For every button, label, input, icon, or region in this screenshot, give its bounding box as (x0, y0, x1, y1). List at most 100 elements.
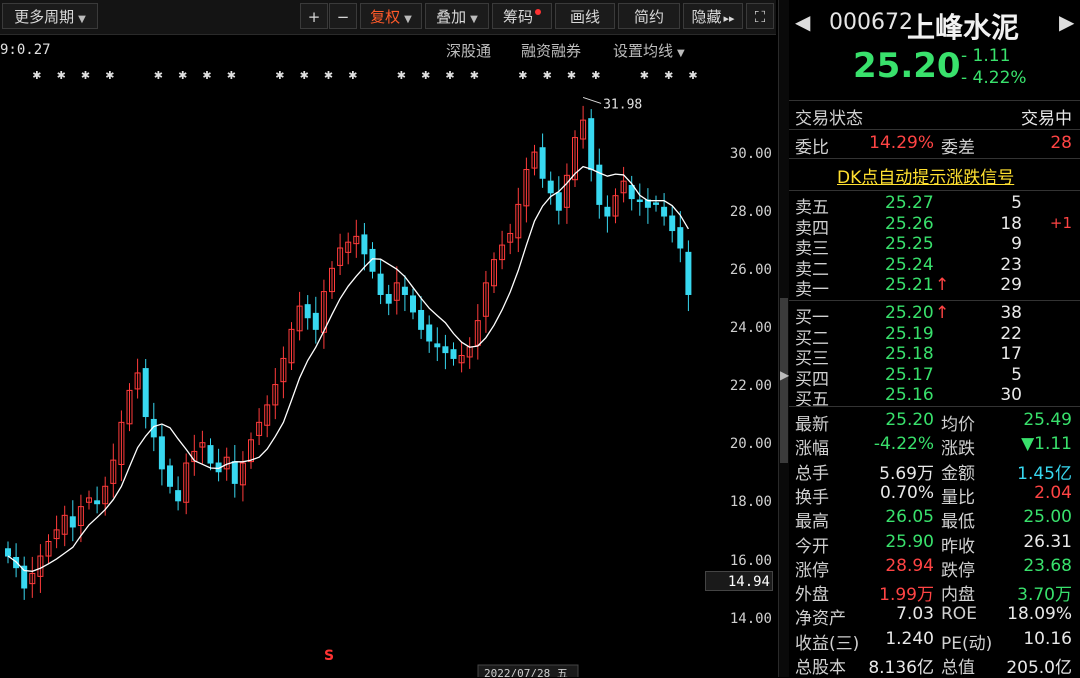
link-set-ma[interactable]: 设置均线 ▼ (613, 40, 685, 61)
y-tick: 18.00 (729, 494, 772, 510)
stock-code: 000672 (829, 10, 913, 35)
candle (175, 490, 182, 502)
hide-label: 隐藏 (691, 8, 722, 26)
y-tick: 20.00 (729, 436, 772, 452)
candle (636, 199, 643, 202)
sell-signal-marker: S (324, 648, 334, 664)
stat-label: 涨停 (795, 560, 829, 581)
stat-value: 28.94 (885, 555, 934, 576)
link-shengutong[interactable]: 深股通 (446, 40, 491, 61)
level-volume: 30 (1000, 385, 1022, 406)
candle (450, 349, 457, 359)
candle (555, 192, 562, 211)
signal-marker: ✱ (202, 69, 211, 82)
simple-mode-button[interactable]: 简约 (618, 3, 680, 29)
quote-header: ◀ 000672 上峰水泥 ▶ 25.20 - 1.11 - 4.22% (789, 0, 1080, 101)
collapse-arrow-icon[interactable]: ▶ (780, 368, 789, 382)
signal-marker: ✱ (567, 69, 576, 82)
stat-label: 均价 (941, 415, 975, 435)
overlay-dropdown[interactable]: 叠加 ▼ (425, 3, 489, 29)
stat-label: 最新 (795, 415, 829, 435)
zoom-in-button[interactable]: + (300, 3, 328, 29)
high-price-label: 31.98 (603, 97, 642, 112)
signal-marker: ✱ (178, 69, 187, 82)
stat-value: 1.45亿 (1017, 463, 1072, 484)
arrow-up-icon: ↑ (935, 303, 950, 323)
zoom-out-button[interactable]: − (329, 3, 357, 29)
candle (167, 465, 173, 487)
signal-marker: ✱ (591, 69, 600, 82)
candle (207, 445, 214, 464)
next-stock-icon[interactable]: ▶ (1059, 10, 1074, 34)
status-value: 交易中 (1021, 109, 1072, 129)
stat-value: 25.49 (1023, 410, 1072, 430)
level-volume: 9 (1011, 234, 1022, 255)
candle (547, 180, 554, 194)
stat-label: ROE (941, 604, 977, 625)
stat-value: 7.03 (896, 604, 934, 625)
stat-value: 23.68 (1023, 555, 1072, 576)
stat-value: 25.00 (1023, 507, 1072, 528)
stock-name: 上峰水泥 (907, 11, 1020, 44)
signal-marker: ✱ (640, 69, 649, 82)
fuquan-dropdown[interactable]: 复权 ▼ (360, 3, 422, 29)
candle (604, 206, 611, 217)
level-price: 25.24 (885, 254, 934, 275)
stat-label: 总值 (941, 658, 975, 678)
level-volume: 38 (1000, 303, 1022, 323)
y-tick: 24.00 (729, 320, 772, 336)
signal-marker: ✱ (57, 69, 66, 82)
stat-label: PE(动) (941, 633, 993, 654)
prev-stock-icon[interactable]: ◀ (795, 10, 810, 34)
stat-label: 外盘 (795, 585, 829, 606)
candle (142, 368, 149, 418)
level-volume: 17 (1000, 344, 1022, 365)
link-margin-trading[interactable]: 融资融券 (521, 40, 581, 61)
candle (94, 500, 101, 505)
stat-value: 25.90 (885, 531, 934, 552)
fuquan-label: 复权 (370, 8, 401, 26)
stat-label: 昨收 (941, 536, 975, 557)
signal-marker: ✱ (445, 69, 454, 82)
hide-button[interactable]: 隐藏 ▸▸ (683, 3, 743, 29)
candle (628, 185, 635, 200)
stat-label: 涨跌 (941, 439, 975, 460)
level-price: 25.25 (885, 234, 934, 255)
signal-marker: ✱ (397, 69, 406, 82)
level-price: 25.19 (885, 323, 934, 344)
ma-line (7, 165, 689, 572)
price-change-pct: - 4.22% (961, 68, 1027, 88)
weicha-value: 28 (1050, 133, 1072, 153)
level-delta: +1 (1049, 213, 1072, 232)
candle (539, 147, 546, 179)
candle (677, 227, 684, 249)
stat-value: 1.99万 (879, 585, 934, 606)
level-price: 25.16 (885, 385, 934, 406)
signal-marker: ✱ (324, 69, 333, 82)
chip-button[interactable]: 筹码 (492, 3, 552, 29)
quote-panel: ◀ 000672 上峰水泥 ▶ 25.20 - 1.11 - 4.22% 交易状… (789, 0, 1080, 678)
set-ma-label: 设置均线 (613, 42, 674, 60)
weibi-value: 14.29% (869, 133, 934, 153)
overlay-label: 叠加 (436, 8, 467, 26)
stat-value: 5.69万 (879, 463, 934, 484)
arrow-up-icon: ↑ (935, 275, 950, 296)
stat-label: 跌停 (941, 560, 975, 581)
period-dropdown[interactable]: 更多周期 ▼ (2, 3, 98, 29)
candle (653, 202, 659, 205)
level-price: 25.21 (885, 275, 934, 296)
stat-label: 总股本 (795, 658, 846, 678)
price-change: - 1.11 (961, 46, 1011, 66)
stat-value: 8.136亿 (868, 658, 934, 678)
chevron-down-icon: ▼ (677, 48, 685, 59)
signal-marker: ✱ (348, 69, 357, 82)
fullscreen-icon[interactable]: ⛶ (746, 3, 774, 29)
chart-scrollbar[interactable]: ▶ (778, 0, 789, 677)
draw-line-button[interactable]: 画线 (555, 3, 615, 29)
candlestick-chart[interactable]: ✱ ✱ ✱ ✱ ✱ ✱ ✱ ✱ ✱ ✱ ✱ ✱ ✱ ✱ ✱ ✱ ✱ ✱ ✱ ✱ ✱ ✱ ✱ 31.98 S 2022/07/28 … (0, 35, 776, 677)
candle (304, 304, 311, 319)
candle (596, 164, 603, 205)
dk-signal-link[interactable]: DK点自动提示涨跌信号 (837, 163, 1014, 188)
signal-marker: ✱ (421, 69, 430, 82)
chart-toolbar: 更多周期 ▼ + − 复权 ▼ 叠加 ▼ 筹码 画线 简约 隐藏 ▸▸ ⛶ (0, 0, 776, 35)
